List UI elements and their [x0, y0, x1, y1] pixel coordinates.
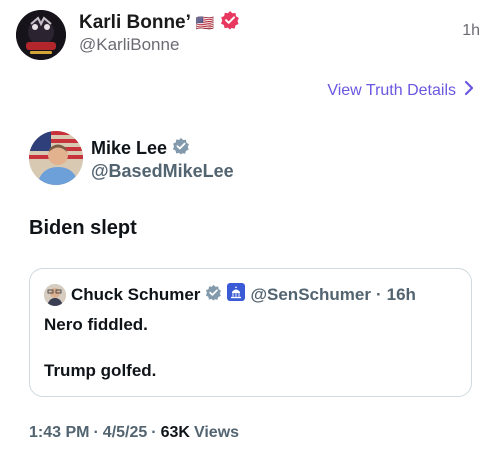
post-timestamp[interactable]: 1:43 PM [29, 424, 89, 442]
views-label: Views [193, 424, 240, 441]
embedded-author-name-row: Mike Lee [91, 137, 190, 160]
embedded-author-avatar[interactable] [29, 131, 83, 185]
quoted-post-text-line2: Trump golfed. [44, 361, 157, 380]
gray-verified-badge-icon [205, 284, 222, 306]
quoted-post-time: 16h [386, 284, 416, 304]
post-time: 1h [462, 22, 480, 39]
author-avatar[interactable] [16, 10, 66, 60]
separator-dot: · [375, 284, 382, 304]
embedded-author-name[interactable]: Mike Lee [91, 138, 167, 159]
author-name[interactable]: Karli Bonne’ [79, 12, 191, 34]
view-truth-details-label: View Truth Details [327, 81, 456, 99]
author-name-row: Karli Bonne’ 🇺🇸 [79, 10, 240, 35]
embedded-author-handle[interactable]: @BasedMikeLee [91, 161, 234, 182]
quoted-author-name[interactable]: Chuck Schumer [71, 285, 200, 305]
quoted-author-handle[interactable]: @SenSchumer [250, 285, 371, 305]
post-metadata: 1:43 PM · 4/5/25 · 63K Views [29, 424, 239, 442]
view-truth-details-link[interactable]: View Truth Details [327, 80, 474, 101]
separator-dot: · [93, 424, 99, 441]
separator-dot: · [151, 424, 157, 441]
post-date[interactable]: 4/5/25 [103, 424, 147, 442]
gray-verified-badge-icon [172, 137, 190, 160]
flag-icon: 🇺🇸 [195, 14, 215, 32]
capitol-affiliation-icon [227, 283, 246, 306]
quoted-post-header: Chuck Schumer @SenSchumer · 16h [44, 283, 416, 306]
quoted-post-card[interactable]: Chuck Schumer @SenSchumer · 16h Nero fid… [29, 268, 472, 397]
chevron-right-icon [464, 80, 474, 101]
post-body-text: Biden slept [29, 217, 137, 239]
verified-badge-icon [220, 10, 240, 35]
quoted-post-text-line1: Nero fiddled. [44, 315, 148, 334]
quoted-author-avatar[interactable] [44, 283, 66, 306]
views-count: 63K [160, 424, 190, 441]
author-handle[interactable]: @KarliBonne [79, 35, 179, 55]
